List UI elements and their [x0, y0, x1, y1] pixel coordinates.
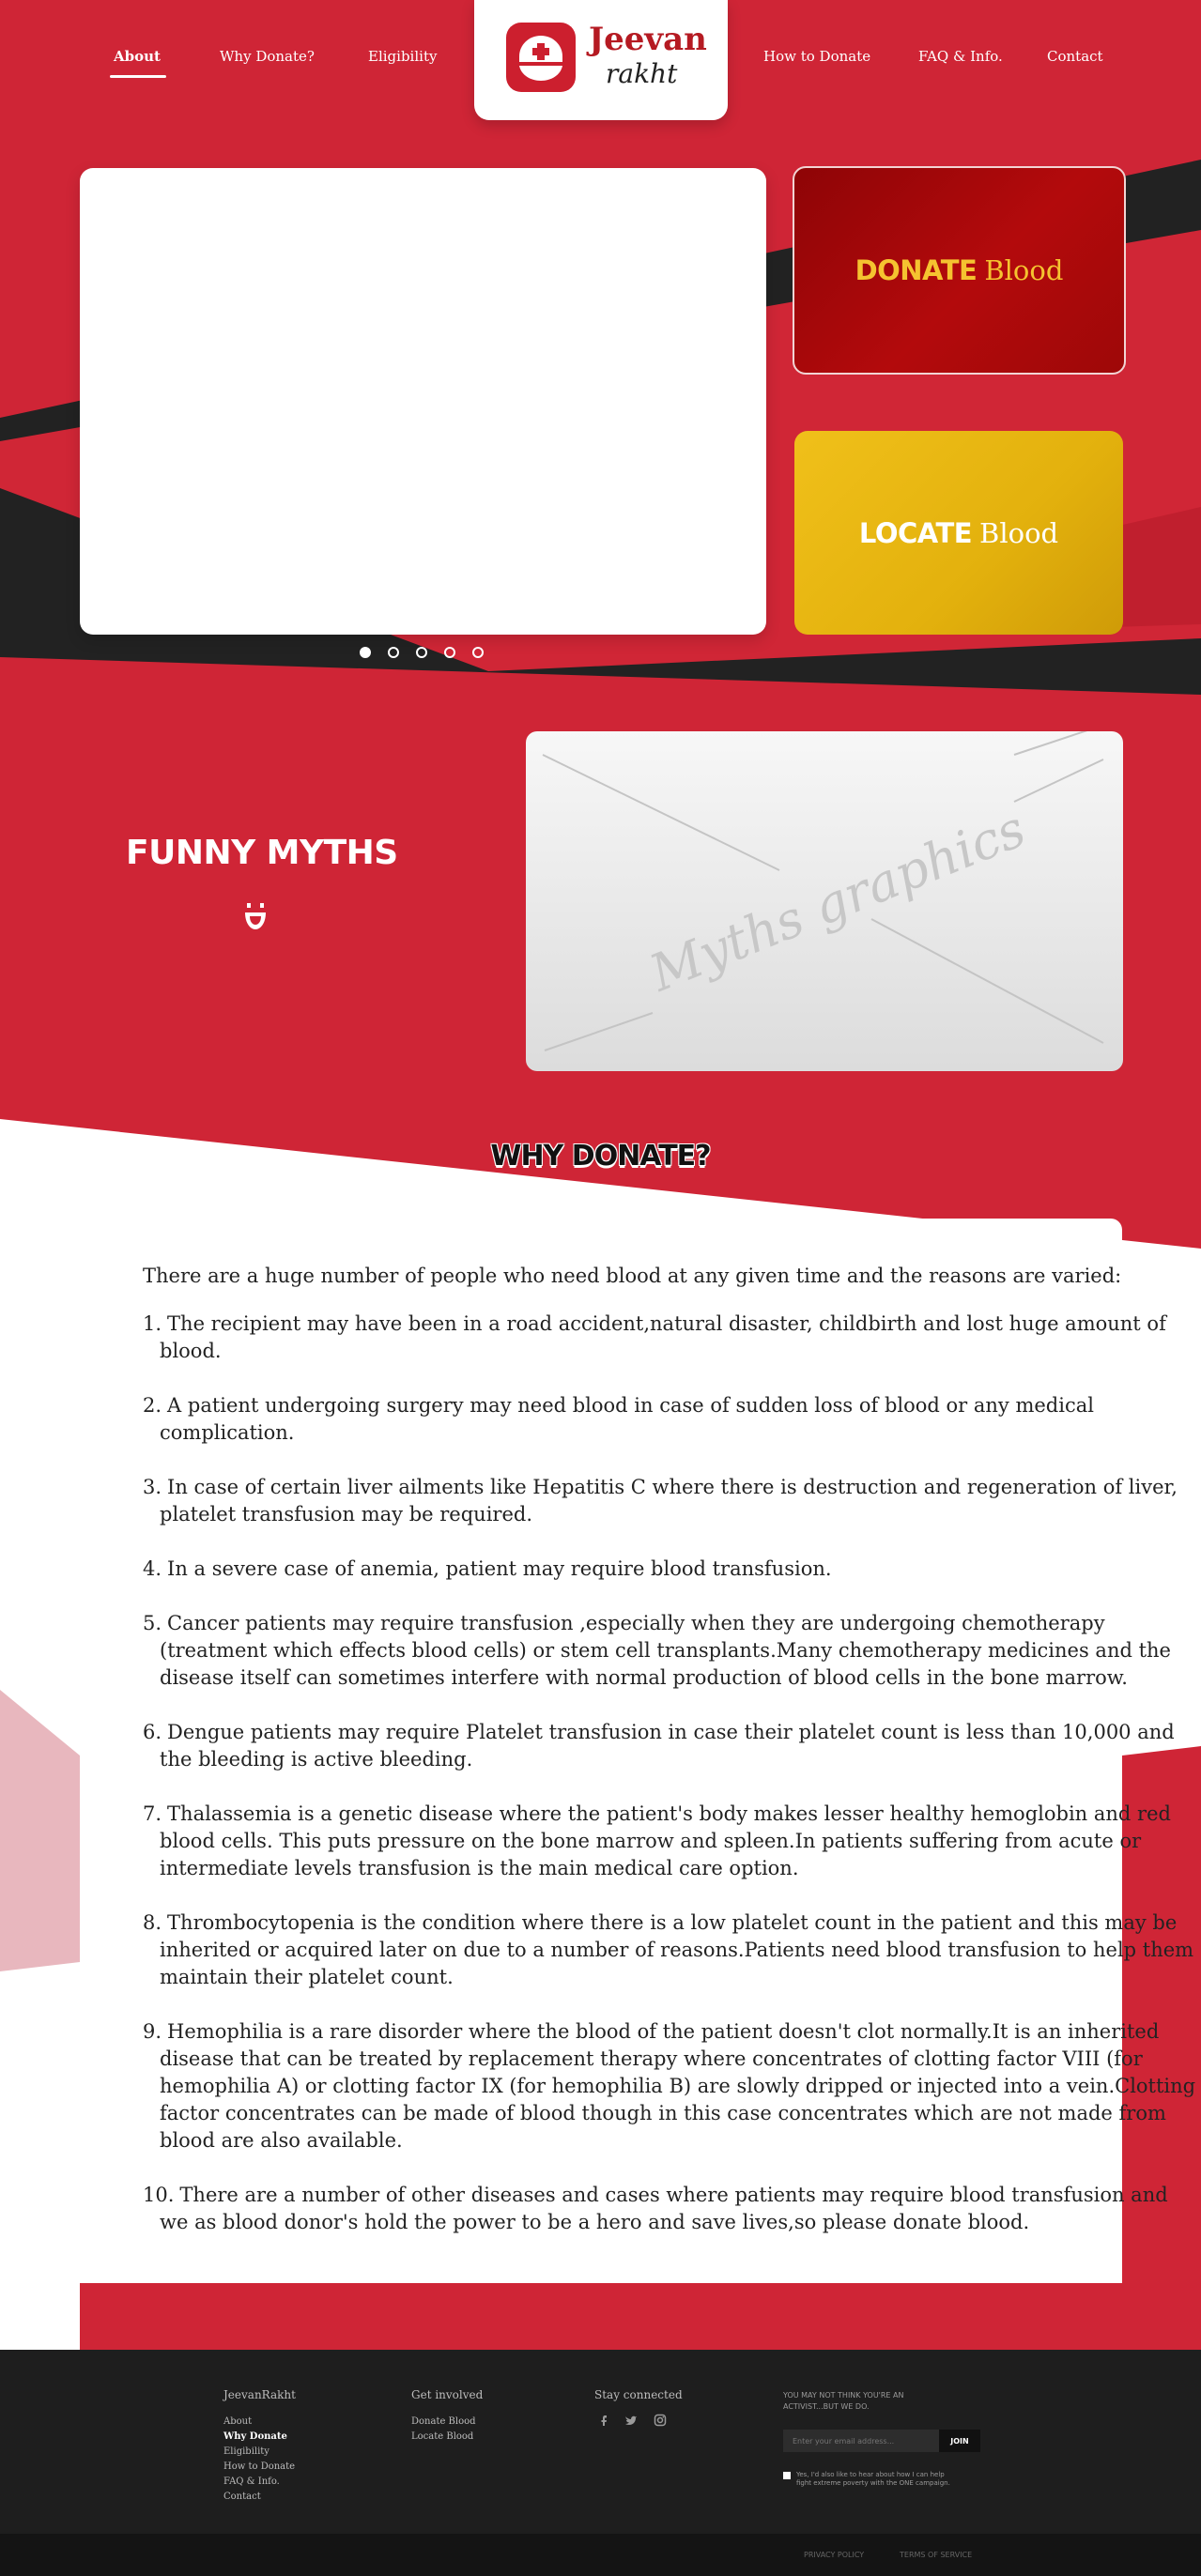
reason-number: 10. — [143, 2184, 175, 2206]
nav-how-to-donate[interactable]: How to Donate — [763, 48, 870, 65]
logo-subtitle: rakht — [606, 58, 678, 89]
nav-about[interactable]: About — [114, 48, 161, 65]
why-donate-content: There are a huge number of people who ne… — [143, 1263, 1201, 2258]
signup-tagline-2: ACTIVIST...BUT WE DO. — [783, 2402, 870, 2411]
signup-tagline-1: YOU MAY NOT THINK YOU'RE AN — [783, 2391, 904, 2400]
myths-graphic-placeholder: Myths graphics — [526, 731, 1123, 1071]
slider-dot-4[interactable] — [444, 647, 455, 658]
slider-dot-2[interactable] — [388, 647, 399, 658]
reason-item: 3. In case of certain liver ailments like… — [143, 1474, 1201, 1528]
reason-number: 5. — [143, 1612, 162, 1634]
nav-active-indicator — [110, 75, 166, 78]
reason-text: Dengue patients may require Platelet tra… — [160, 1721, 1175, 1771]
laughing-face-icon — [241, 901, 269, 933]
reason-item: 4. In a severe case of anemia, patient ma… — [143, 1556, 1201, 1583]
terms-of-service-link[interactable]: TERMS OF SERVICE — [900, 2551, 972, 2559]
signup-consent-1: Yes, I'd also like to hear about how I c… — [796, 2471, 945, 2478]
reason-text: A patient undergoing surgery may need bl… — [160, 1394, 1094, 1444]
donate-blood-card[interactable]: DONATE Blood — [793, 166, 1126, 375]
donate-card-strong: DONATE — [855, 254, 978, 286]
footer-get-involved-heading: Get involved — [411, 2388, 484, 2401]
email-signup-input[interactable] — [783, 2430, 939, 2452]
reason-item: 6. Dengue patients may require Platelet t… — [143, 1719, 1201, 1773]
reason-text: Thrombocytopenia is the condition where … — [160, 1911, 1194, 1988]
reason-item: 8. Thrombocytopenia is the condition wher… — [143, 1909, 1201, 1991]
funny-myths-heading: FUNNY MYTHS — [126, 834, 398, 872]
reason-item: 1. The recipient may have been in a road … — [143, 1311, 1201, 1365]
footer-donate-blood-link[interactable]: Donate Blood — [411, 2416, 476, 2427]
reason-text: Thalassemia is a genetic disease where t… — [160, 1802, 1171, 1879]
slider-dot-5[interactable] — [472, 647, 484, 658]
reason-number: 3. — [143, 1476, 162, 1498]
privacy-policy-link[interactable]: PRIVACY POLICY — [804, 2551, 864, 2559]
footer-locate-blood-link[interactable]: Locate Blood — [411, 2431, 473, 2442]
nav-eligibility[interactable]: Eligibility — [368, 48, 437, 65]
locate-card-light: Blood — [979, 516, 1059, 549]
footer-brand-heading: JeevanRakht — [223, 2388, 296, 2401]
footer-bottom-bar: PRIVACY POLICY TERMS OF SERVICE — [0, 2534, 1201, 2576]
logo-title: Jeevan — [589, 21, 707, 58]
reason-text: The recipient may have been in a road ac… — [160, 1312, 1166, 1362]
footer-nav-link[interactable]: Why Donate — [223, 2431, 295, 2446]
join-button[interactable]: JOIN — [939, 2430, 980, 2452]
reason-number: 6. — [143, 1721, 162, 1743]
facebook-icon[interactable] — [597, 2413, 610, 2426]
why-donate-heading: WHY DONATE? — [490, 1140, 711, 1173]
donate-card-light: Blood — [984, 254, 1064, 286]
signup-consent-2: fight extreme poverty with the ONE campa… — [796, 2479, 950, 2487]
slider-dot-3[interactable] — [416, 647, 427, 658]
signup-consent-checkbox[interactable] — [783, 2472, 791, 2479]
site-logo[interactable]: Jeevan rakht — [474, 0, 728, 120]
locate-card-strong: LOCATE — [858, 516, 973, 549]
reason-text: Cancer patients may require transfusion … — [160, 1612, 1171, 1689]
footer-nav-link[interactable]: Contact — [223, 2492, 295, 2507]
nav-faq[interactable]: FAQ & Info. — [918, 48, 1003, 65]
reason-text: In case of certain liver ailments like H… — [160, 1476, 1178, 1526]
blood-drop-logo-icon — [506, 23, 576, 92]
reason-number: 7. — [143, 1802, 162, 1825]
reason-text: Hemophilia is a rare disorder where the … — [160, 2020, 1196, 2152]
footer-nav-link[interactable]: About — [223, 2416, 295, 2431]
why-donate-intro: There are a huge number of people who ne… — [143, 1265, 1122, 1287]
slider-dot-1[interactable] — [360, 647, 371, 658]
hero-slider[interactable] — [80, 168, 766, 635]
reason-text: In a severe case of anemia, patient may … — [167, 1557, 832, 1580]
nav-why-donate[interactable]: Why Donate? — [220, 48, 315, 65]
locate-blood-card[interactable]: LOCATE Blood — [794, 431, 1123, 635]
twitter-icon[interactable] — [624, 2413, 638, 2426]
footer-nav-link[interactable]: Eligibility — [223, 2446, 295, 2461]
reason-item: 2. A patient undergoing surgery may need … — [143, 1392, 1201, 1447]
reason-item: 9. Hemophilia is a rare disorder where th… — [143, 2018, 1201, 2154]
reason-item: 10. There are a number of other diseases … — [143, 2182, 1201, 2236]
reason-number: 8. — [143, 1911, 162, 1934]
footer-nav-link[interactable]: FAQ & Info. — [223, 2476, 295, 2492]
reason-number: 2. — [143, 1394, 162, 1417]
footer-nav-links: About Why Donate Eligibility How to Donate F… — [223, 2416, 295, 2507]
reason-number: 4. — [143, 1557, 162, 1580]
reasons-list: 1. The recipient may have been in a road … — [143, 1311, 1201, 2236]
reason-number: 1. — [143, 1312, 162, 1335]
reason-item: 7. Thalassemia is a genetic disease where… — [143, 1801, 1201, 1882]
reason-number: 9. — [143, 2020, 162, 2043]
reason-text: There are a number of other diseases and… — [160, 2184, 1168, 2233]
instagram-icon[interactable] — [654, 2413, 667, 2427]
reason-item: 5. Cancer patients may require transfusio… — [143, 1610, 1201, 1692]
footer-nav-link[interactable]: How to Donate — [223, 2461, 295, 2476]
footer: JeevanRakht About Why Donate Eligibility Ho… — [0, 2350, 1201, 2534]
footer-stay-connected-heading: Stay connected — [594, 2388, 683, 2401]
nav-contact[interactable]: Contact — [1047, 48, 1103, 65]
